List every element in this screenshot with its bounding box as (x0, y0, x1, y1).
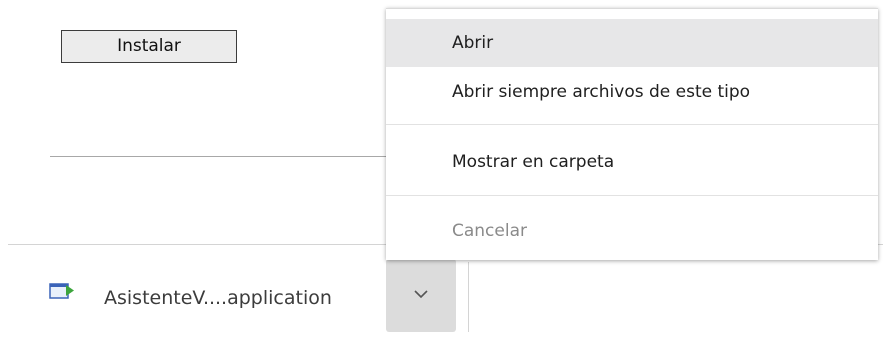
menu-item-open[interactable]: Abrir (386, 19, 878, 67)
menu-separator (386, 195, 878, 196)
menu-item-show-in-folder[interactable]: Mostrar en carpeta (386, 137, 878, 187)
install-button[interactable]: Instalar (61, 30, 237, 63)
menu-separator (386, 124, 878, 125)
download-options-button[interactable] (386, 259, 456, 332)
download-file-name[interactable]: AsistenteV....application (104, 287, 332, 309)
chevron-down-icon (414, 290, 428, 299)
download-context-menu: Abrir Abrir siempre archivos de este tip… (386, 8, 878, 260)
menu-item-cancel[interactable]: Cancelar (386, 206, 878, 256)
horizontal-divider (50, 156, 390, 157)
application-file-icon[interactable] (49, 281, 75, 301)
menu-item-always-open[interactable]: Abrir siempre archivos de este tipo (386, 67, 878, 117)
download-shelf-divider (468, 262, 469, 332)
